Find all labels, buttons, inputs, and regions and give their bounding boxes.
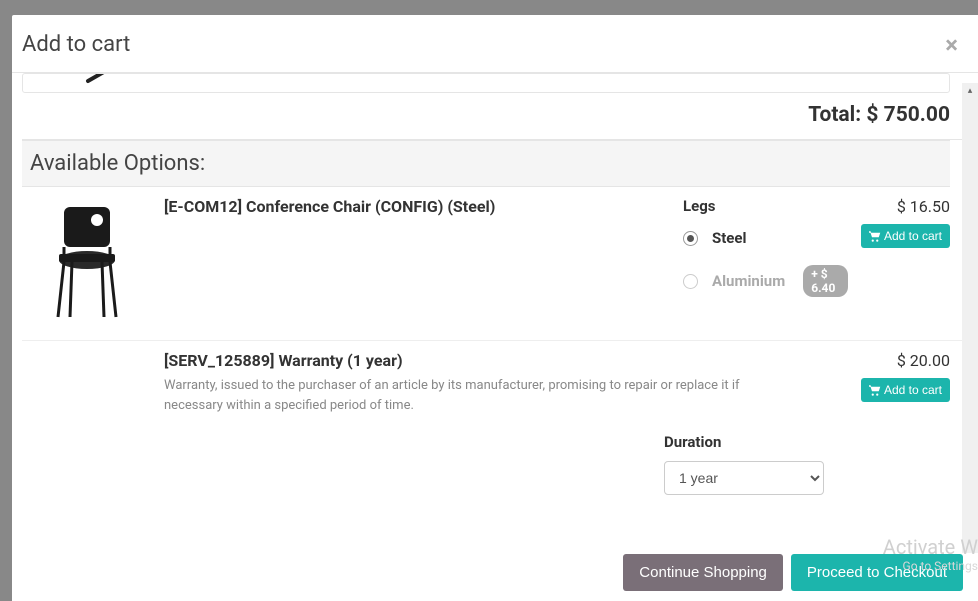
option-config-legs: Legs Steel Aluminium + $ 6.40 — [678, 197, 848, 322]
add-to-cart-button[interactable]: Add to cart — [861, 224, 950, 248]
radio-label: Aluminium — [712, 272, 785, 290]
option-price-col: $ 20.00 Add to cart — [860, 351, 950, 495]
radio-steel[interactable]: Steel — [683, 229, 848, 247]
modal-title: Add to cart — [22, 32, 130, 57]
price-value: $ 20.00 — [860, 351, 950, 370]
product-image-fragment — [83, 73, 163, 86]
price-value: $ 16.50 — [860, 197, 950, 216]
add-label: Add to cart — [884, 383, 942, 397]
close-button[interactable]: × — [945, 33, 958, 57]
scrollbar[interactable]: ▴ — [962, 83, 978, 553]
continue-shopping-button[interactable]: Continue Shopping — [623, 554, 783, 591]
option-price-col: $ 16.50 Add to cart — [860, 197, 950, 322]
scroll-up-icon[interactable]: ▴ — [962, 83, 978, 99]
total-label: Total: — [808, 103, 861, 127]
option-description: Warranty, issued to the purchaser of an … — [164, 376, 784, 415]
option-image — [22, 197, 152, 322]
option-info: [E-COM12] Conference Chair (CONFIG) (Ste… — [164, 197, 666, 322]
chair-icon — [42, 202, 132, 322]
option-title: [SERV_125889] Warranty (1 year) — [164, 351, 848, 370]
total-value: $ 750.00 — [866, 103, 950, 127]
modal-body: Total: $ 750.00 Available Options: — [12, 73, 978, 544]
available-options-header: Available Options: — [22, 140, 950, 187]
add-to-cart-button[interactable]: Add to cart — [861, 378, 950, 402]
radio-circle-icon — [683, 231, 698, 246]
cart-icon — [869, 231, 881, 242]
proceed-to-checkout-button[interactable]: Proceed to Checkout — [791, 554, 963, 591]
duration-select[interactable]: 1 year — [664, 461, 824, 495]
radio-circle-icon — [683, 274, 698, 289]
config-label: Legs — [683, 197, 848, 215]
radio-label: Steel — [712, 229, 746, 247]
option-image-empty — [22, 351, 152, 495]
add-label: Add to cart — [884, 229, 942, 243]
total-row: Total: $ 750.00 — [22, 93, 968, 140]
radio-aluminium[interactable]: Aluminium + $ 6.40 — [683, 265, 848, 297]
surcharge-badge: + $ 6.40 — [803, 265, 848, 297]
option-title: [E-COM12] Conference Chair (CONFIG) (Ste… — [164, 197, 666, 216]
option-row-warranty: [SERV_125889] Warranty (1 year) Warranty… — [22, 341, 968, 513]
previous-item-fragment — [22, 73, 950, 93]
option-row-chair: [E-COM12] Conference Chair (CONFIG) (Ste… — [22, 187, 968, 341]
modal-header: Add to cart × — [12, 15, 978, 73]
modal-footer: Activate W Go to Settings Continue Shopp… — [12, 544, 978, 601]
add-to-cart-modal: Add to cart × Total: $ 750.00 Available … — [12, 15, 978, 601]
config-label-duration: Duration — [664, 433, 848, 451]
option-info: [SERV_125889] Warranty (1 year) Warranty… — [164, 351, 848, 495]
cart-icon — [869, 385, 881, 396]
